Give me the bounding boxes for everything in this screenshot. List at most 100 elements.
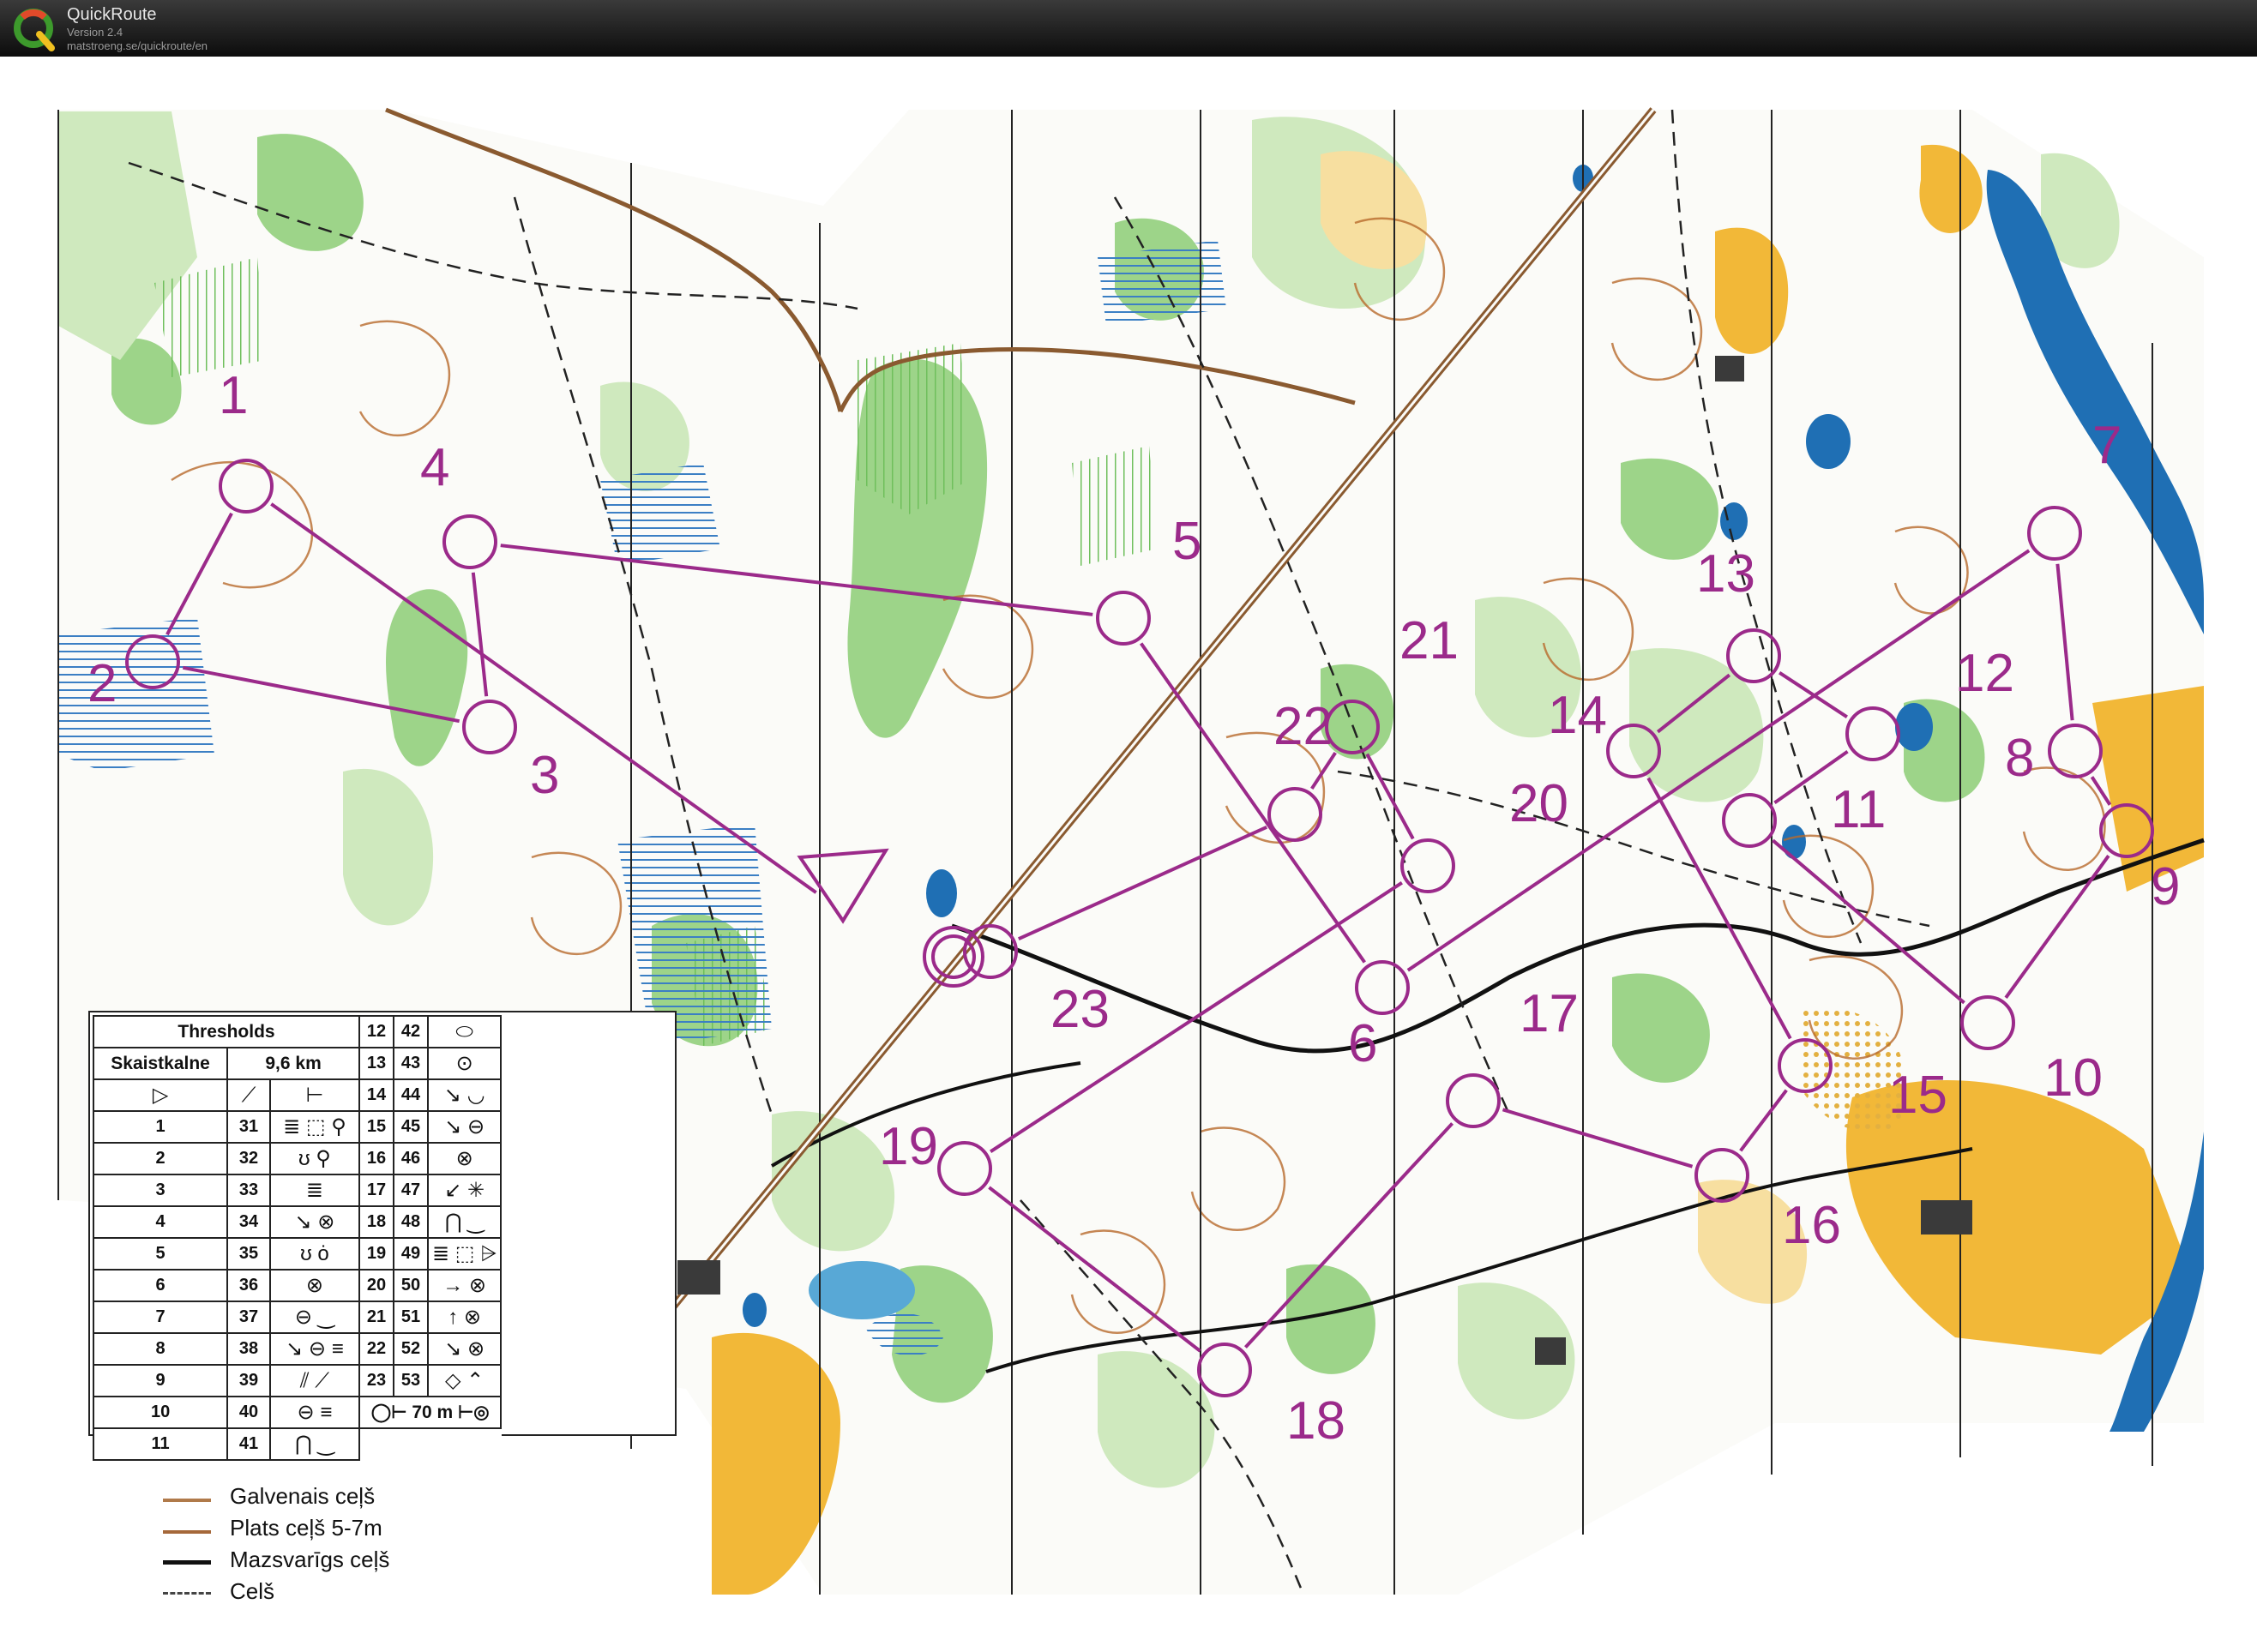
row-symbols: ⊗ xyxy=(426,1142,503,1175)
row-number: 1 xyxy=(92,1110,229,1144)
row-symbols: ⊙ xyxy=(426,1047,503,1080)
row-code: 39 xyxy=(226,1364,271,1397)
row-number: 6 xyxy=(92,1269,229,1302)
row-symbols: ⊖ ‿ xyxy=(268,1301,361,1334)
row-number: 7 xyxy=(92,1301,229,1334)
control-number-11: 11 xyxy=(1831,780,1886,839)
description-row: 9 39 ⫽ ⟋ 23 53 ◇ ⌃ xyxy=(92,1364,503,1397)
row-symbols: ◇ ⌃ xyxy=(426,1364,503,1397)
legend-swatch xyxy=(163,1497,211,1504)
row-number: 10 xyxy=(92,1396,229,1429)
row-code: 51 xyxy=(393,1301,429,1334)
row-symbols: ⊗ xyxy=(268,1269,361,1302)
app-title-bar: QuickRoute Version 2.4 matstroeng.se/qui… xyxy=(0,0,2257,57)
row-code: 35 xyxy=(226,1237,271,1271)
row-code: 47 xyxy=(393,1174,429,1207)
control-number-10: 10 xyxy=(2043,1048,2103,1108)
row-code: 45 xyxy=(393,1110,429,1144)
row-symbols: ʊ ⚲ xyxy=(268,1142,361,1175)
control-number-14: 14 xyxy=(1548,686,1607,745)
row-number: 11 xyxy=(92,1427,229,1461)
control-number-20: 20 xyxy=(1509,774,1568,833)
app-title: QuickRoute xyxy=(67,5,157,24)
control-number-5: 5 xyxy=(1172,512,1201,571)
row-symbols: → ⊗ xyxy=(426,1269,503,1302)
description-row: 8 38 ↘ ⊖ ≡ 22 52 ↘ ⊗ xyxy=(92,1332,503,1366)
app-url: matstroeng.se/quickroute/en xyxy=(67,39,208,52)
description-row: 3 33 ≣ 17 47 ↙ ✳ xyxy=(92,1174,503,1207)
row-number: 9 xyxy=(92,1364,229,1397)
start-detail: ⊢ xyxy=(268,1078,361,1112)
control-number-16: 16 xyxy=(1782,1196,1841,1255)
legend-swatch xyxy=(163,1592,211,1595)
description-row: Skaistkalne 9,6 km 13 43 ⊙ xyxy=(92,1047,503,1080)
row-code: 31 xyxy=(226,1110,271,1144)
row-number: 22 xyxy=(358,1332,394,1366)
row-number: 23 xyxy=(358,1364,394,1397)
control-number-17: 17 xyxy=(1520,984,1579,1043)
row-number: 14 xyxy=(358,1078,394,1112)
description-row: 4 34 ↘ ⊗ 18 48 ⋂ ‿ xyxy=(92,1205,503,1239)
row-number: 17 xyxy=(358,1174,394,1207)
control-number-22: 22 xyxy=(1273,697,1333,756)
row-number: 5 xyxy=(92,1237,229,1271)
row-code: 34 xyxy=(226,1205,271,1239)
control-number-15: 15 xyxy=(1888,1066,1947,1125)
row-symbols: ↘ ⊖ ≡ xyxy=(268,1332,361,1366)
control-number-6: 6 xyxy=(1348,1014,1377,1073)
control-number-2: 2 xyxy=(87,654,117,713)
legend-label: Mazsvarīgs ceļš xyxy=(230,1547,390,1572)
description-row: ▷ ⟋ ⊢ 14 44 ↘ ◡ xyxy=(92,1078,503,1112)
control-number-8: 8 xyxy=(2005,729,2034,788)
row-number: 15 xyxy=(358,1110,394,1144)
row-symbols: ↘ ◡ xyxy=(426,1078,503,1112)
row-code: 48 xyxy=(393,1205,429,1239)
row-code: 49 xyxy=(393,1237,429,1271)
row-symbols: ⬭ xyxy=(426,1015,503,1048)
row-code: 37 xyxy=(226,1301,271,1334)
row-code: 36 xyxy=(226,1269,271,1302)
row-code: 53 xyxy=(393,1364,429,1397)
row-code: 43 xyxy=(393,1047,429,1080)
row-code: 50 xyxy=(393,1269,429,1302)
start-feature: ⟋ xyxy=(226,1078,271,1112)
start-symbol: ▷ xyxy=(92,1078,229,1112)
description-row: Thresholds 12 42 ⬭ xyxy=(93,1015,503,1048)
control-number-18: 18 xyxy=(1286,1391,1345,1451)
row-symbols: ⊖ ≡ xyxy=(268,1396,361,1429)
row-number: 13 xyxy=(358,1047,394,1080)
row-number: 3 xyxy=(92,1174,229,1207)
control-number-12: 12 xyxy=(1955,644,2014,703)
row-code: 40 xyxy=(226,1396,271,1429)
row-symbols: ↘ ⊖ xyxy=(426,1110,503,1144)
row-number: 8 xyxy=(92,1332,229,1366)
row-number: 18 xyxy=(358,1205,394,1239)
row-code: 42 xyxy=(393,1015,429,1048)
finish-distance: ◯⊢ 70 m ⊢◎ xyxy=(358,1396,503,1429)
row-symbols: ʊ ȯ xyxy=(268,1237,361,1271)
row-symbols: ↙ ✳ xyxy=(426,1174,503,1207)
row-symbols: ⫽ ⟋ xyxy=(268,1364,361,1397)
legend-swatch xyxy=(163,1560,211,1565)
row-symbols: ≣ ⬚ ⚲ xyxy=(268,1110,361,1144)
description-row: 7 37 ⊖ ‿ 21 51 ↑ ⊗ xyxy=(92,1301,503,1334)
row-symbols: ≣ xyxy=(268,1174,361,1207)
row-symbols: ↘ ⊗ xyxy=(268,1205,361,1239)
row-code: 44 xyxy=(393,1078,429,1112)
row-number: 20 xyxy=(358,1269,394,1302)
row-number: 2 xyxy=(92,1142,229,1175)
row-code: 33 xyxy=(226,1174,271,1207)
control-description-sheet: Thresholds 12 42 ⬭ Skaistkalne 9,6 km 13 43 ⊙ ▷ ⟋ ⊢… xyxy=(92,1015,503,1461)
control-number-9: 9 xyxy=(2151,857,2180,916)
course-length: 9,6 km xyxy=(226,1047,360,1080)
row-number: 21 xyxy=(358,1301,394,1334)
row-number: 4 xyxy=(92,1205,229,1239)
row-code: 46 xyxy=(393,1142,429,1175)
legend-label: Celš xyxy=(230,1578,275,1604)
row-symbols: ≣ ⬚ ⩥ xyxy=(426,1237,503,1271)
app-version: Version 2.4 xyxy=(67,26,123,39)
control-number-4: 4 xyxy=(420,438,449,497)
quickroute-logo-icon xyxy=(14,9,55,51)
description-row: 10 40 ⊖ ≡ ◯⊢ 70 m ⊢◎ xyxy=(92,1396,503,1429)
row-number: 16 xyxy=(358,1142,394,1175)
